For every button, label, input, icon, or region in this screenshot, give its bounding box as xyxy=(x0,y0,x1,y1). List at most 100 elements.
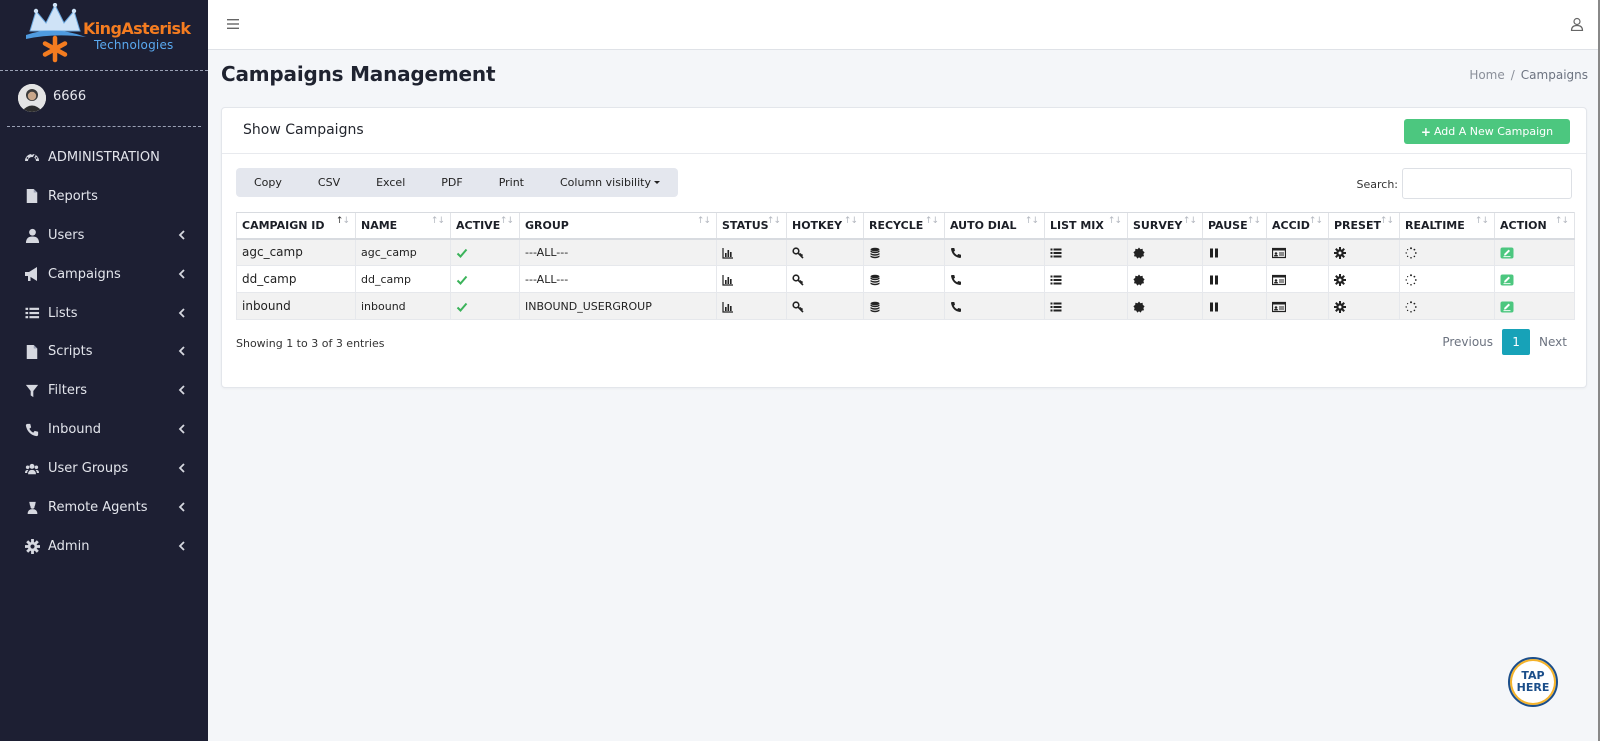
preset-icon[interactable] xyxy=(1334,273,1346,286)
pagination-page-1[interactable]: 1 xyxy=(1502,329,1531,355)
sidebar-item-scripts[interactable]: Scripts xyxy=(0,332,208,371)
cell-list-mix[interactable] xyxy=(1044,238,1128,266)
cell-campaign-id[interactable]: agc_camp xyxy=(236,238,356,266)
cell-survey[interactable] xyxy=(1127,265,1203,293)
cell-realtime[interactable] xyxy=(1399,238,1495,266)
brand[interactable]: KingAsterisk Technologies xyxy=(0,0,208,71)
auto-dial-icon[interactable] xyxy=(950,273,962,286)
cell-hotkey[interactable] xyxy=(786,292,864,320)
pdf-button[interactable]: PDF xyxy=(423,168,480,197)
hamburger-menu-icon[interactable] xyxy=(226,17,240,31)
pagination-next[interactable]: Next xyxy=(1530,329,1576,355)
column-header-auto-dial[interactable]: AUTO DIAL ↑↓ xyxy=(944,212,1045,240)
cell-realtime[interactable] xyxy=(1399,265,1495,293)
add-campaign-button[interactable]: + Add A New Campaign xyxy=(1404,119,1570,144)
copy-button[interactable]: Copy xyxy=(236,168,300,197)
cell-preset[interactable] xyxy=(1328,265,1400,293)
sidebar-item-remote-agents[interactable]: Remote Agents xyxy=(0,488,208,527)
pause-icon[interactable] xyxy=(1208,246,1220,259)
cell-campaign-id[interactable]: dd_camp xyxy=(236,265,356,293)
auto-dial-icon[interactable] xyxy=(950,246,962,259)
list-mix-icon[interactable] xyxy=(1050,246,1062,259)
accid-icon[interactable] xyxy=(1272,273,1286,286)
edit-icon[interactable] xyxy=(1500,273,1514,286)
sidebar-item-inbound[interactable]: Inbound xyxy=(0,410,208,449)
cell-preset[interactable] xyxy=(1328,292,1400,320)
breadcrumb-home-link[interactable]: Home xyxy=(1469,68,1504,82)
cell-status[interactable] xyxy=(716,265,787,293)
status-icon[interactable] xyxy=(722,273,734,286)
hotkey-icon[interactable] xyxy=(792,273,804,286)
sidebar-item-lists[interactable]: Lists xyxy=(0,294,208,333)
edit-icon[interactable] xyxy=(1500,300,1514,313)
print-button[interactable]: Print xyxy=(481,168,542,197)
sidebar-item-filters[interactable]: Filters xyxy=(0,371,208,410)
sidebar-item-administration[interactable]: ADMINISTRATION xyxy=(0,138,208,177)
recycle-icon[interactable] xyxy=(869,246,881,259)
preset-icon[interactable] xyxy=(1334,246,1346,259)
hotkey-icon[interactable] xyxy=(792,246,804,259)
cell-accid[interactable] xyxy=(1266,265,1329,293)
cell-edit[interactable] xyxy=(1494,238,1575,266)
cell-list-mix[interactable] xyxy=(1044,265,1128,293)
sidebar-item-campaigns[interactable]: Campaigns xyxy=(0,255,208,294)
column-header-status[interactable]: STATUS ↑↓ xyxy=(716,212,787,240)
column-header-recycle[interactable]: RECYCLE ↑↓ xyxy=(863,212,945,240)
column-header-survey[interactable]: SURVEY ↑↓ xyxy=(1127,212,1203,240)
accid-icon[interactable] xyxy=(1272,246,1286,259)
cell-accid[interactable] xyxy=(1266,292,1329,320)
list-mix-icon[interactable] xyxy=(1050,273,1062,286)
realtime-icon[interactable] xyxy=(1405,273,1417,286)
cell-campaign-id[interactable]: inbound xyxy=(236,292,356,320)
column-header-pause[interactable]: PAUSE ↑↓ xyxy=(1202,212,1267,240)
tap-here-button[interactable]: TAP HERE xyxy=(1508,657,1558,707)
cell-edit[interactable] xyxy=(1494,265,1575,293)
column-visibility-button[interactable]: Column visibility xyxy=(542,168,678,197)
realtime-icon[interactable] xyxy=(1405,300,1417,313)
cell-pause[interactable] xyxy=(1202,238,1267,266)
search-input[interactable] xyxy=(1402,168,1572,199)
preset-icon[interactable] xyxy=(1334,300,1346,313)
cell-survey[interactable] xyxy=(1127,292,1203,320)
cell-auto-dial[interactable] xyxy=(944,238,1045,266)
column-header-preset[interactable]: PRESET ↑↓ xyxy=(1328,212,1400,240)
column-header-active[interactable]: ACTIVE ↑↓ xyxy=(450,212,520,240)
list-mix-icon[interactable] xyxy=(1050,300,1062,313)
column-header-hotkey[interactable]: HOTKEY ↑↓ xyxy=(786,212,864,240)
edit-icon[interactable] xyxy=(1500,246,1514,259)
status-icon[interactable] xyxy=(722,246,734,259)
column-header-group[interactable]: GROUP ↑↓ xyxy=(519,212,717,240)
cell-hotkey[interactable] xyxy=(786,238,864,266)
cell-pause[interactable] xyxy=(1202,265,1267,293)
survey-icon[interactable] xyxy=(1133,273,1145,286)
pause-icon[interactable] xyxy=(1208,300,1220,313)
cell-edit[interactable] xyxy=(1494,292,1575,320)
cell-recycle[interactable] xyxy=(863,265,945,293)
cell-preset[interactable] xyxy=(1328,238,1400,266)
sidebar-item-reports[interactable]: Reports xyxy=(0,177,208,216)
column-header-action[interactable]: ACTION ↑↓ xyxy=(1494,212,1575,240)
cell-status[interactable] xyxy=(716,292,787,320)
pause-icon[interactable] xyxy=(1208,273,1220,286)
csv-button[interactable]: CSV xyxy=(300,168,358,197)
recycle-icon[interactable] xyxy=(869,300,881,313)
hotkey-icon[interactable] xyxy=(792,300,804,313)
cell-auto-dial[interactable] xyxy=(944,292,1045,320)
excel-button[interactable]: Excel xyxy=(358,168,423,197)
cell-realtime[interactable] xyxy=(1399,292,1495,320)
user-panel[interactable]: 6666 xyxy=(7,71,201,127)
avatar[interactable] xyxy=(18,84,46,112)
cell-recycle[interactable] xyxy=(863,238,945,266)
accid-icon[interactable] xyxy=(1272,300,1286,313)
user-profile-icon[interactable] xyxy=(1570,17,1584,31)
sidebar-item-admin[interactable]: Admin xyxy=(0,527,208,566)
auto-dial-icon[interactable] xyxy=(950,300,962,313)
realtime-icon[interactable] xyxy=(1405,246,1417,259)
cell-auto-dial[interactable] xyxy=(944,265,1045,293)
cell-pause[interactable] xyxy=(1202,292,1267,320)
sidebar-item-users[interactable]: Users xyxy=(0,216,208,255)
column-header-campaign-id[interactable]: CAMPAIGN ID ↑↓ xyxy=(236,212,356,240)
recycle-icon[interactable] xyxy=(869,273,881,286)
cell-hotkey[interactable] xyxy=(786,265,864,293)
column-header-list-mix[interactable]: LIST MIX ↑↓ xyxy=(1044,212,1128,240)
